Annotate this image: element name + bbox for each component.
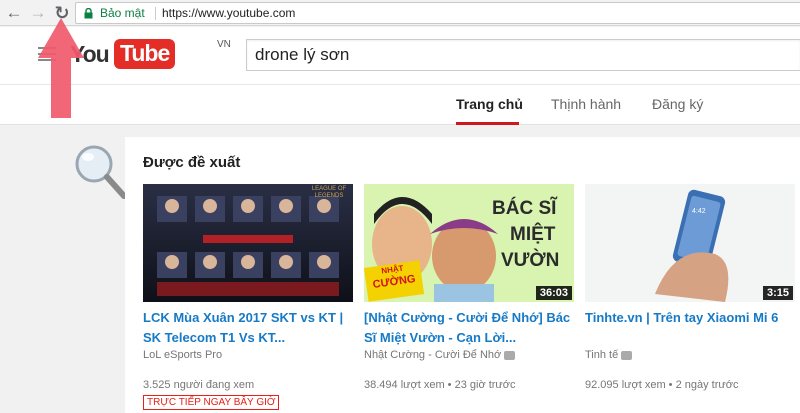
logo-region: VN: [217, 39, 231, 50]
live-badge: TRỰC TIẾP NGAY BÂY GIỜ: [143, 395, 280, 410]
video-meta-2: 38.494 lượt xem • 23 giờ trước: [364, 379, 516, 391]
channel-name-1[interactable]: LoL eSports Pro: [143, 349, 353, 365]
video-title-2[interactable]: [Nhật Cường - Cười Để Nhớ] Bác Sĩ Miệt V…: [364, 308, 574, 348]
upload-age-3: 2 ngày trước: [675, 379, 739, 391]
thumb-title-line2: MIỆT: [510, 224, 556, 245]
video-card-3[interactable]: 4:42 3:15 Tinhte.vn | Trên tay Xiaomi Mi…: [585, 184, 795, 391]
channel-name-2[interactable]: Nhật Cường - Cười Để Nhớ: [364, 349, 574, 365]
lck-thumbnail-art: [143, 184, 353, 302]
phone-time: 4:42: [692, 208, 706, 215]
video-thumbnail-2[interactable]: BÁC SĨ MIỆT VƯỜN NHẬT CƯỜNG 36:03: [364, 184, 574, 302]
address-separator: [155, 7, 156, 20]
channel-label-2: Nhật Cường - Cười Để Nhớ: [364, 349, 502, 361]
video-card-2[interactable]: BÁC SĨ MIỆT VƯỜN NHẬT CƯỜNG 36:03 [Nhật …: [364, 184, 574, 391]
video-title-3[interactable]: Tinhte.vn | Trên tay Xiaomi Mi 6: [585, 308, 795, 348]
verified-icon: [504, 350, 516, 360]
search-input[interactable]: [246, 39, 800, 71]
video-card-1[interactable]: LEAGUE OF LEGENDS LCK Mùa Xuân 2017 SKT …: [143, 184, 353, 410]
channel-label-3: Tinh tế: [585, 349, 619, 361]
thumb-title-line1: BÁC SĨ: [492, 198, 557, 219]
xiaomi-thumbnail-art: [585, 184, 795, 302]
back-button[interactable]: ←: [4, 3, 24, 23]
red-arrow-icon: [38, 18, 84, 118]
video-thumbnail-3[interactable]: 4:42 3:15: [585, 184, 795, 302]
tab-trending[interactable]: Thịnh hành: [551, 96, 621, 112]
address-bar[interactable]: Bảo mật https://www.youtube.com: [75, 2, 800, 24]
url-text[interactable]: https://www.youtube.com: [162, 6, 295, 20]
view-count-1: 3.525 người đang xem: [143, 379, 255, 391]
video-meta-1: 3.525 người đang xem: [143, 379, 353, 391]
magnifier-icon: [75, 145, 127, 199]
active-tab-indicator: [456, 122, 519, 125]
secure-label: Bảo mật: [100, 6, 145, 20]
video-title-1[interactable]: LCK Mùa Xuân 2017 SKT vs KT | SK Telecom…: [143, 308, 353, 348]
recommended-section: Được đề xuất LEAGUE OF LEGENDS LCK Mùa X…: [125, 137, 800, 413]
video-meta-3: 92.095 lượt xem • 2 ngày trước: [585, 379, 739, 391]
video-duration-3: 3:15: [762, 286, 793, 300]
youtube-header: You Tube VN: [0, 27, 800, 84]
video-thumbnail-1[interactable]: LEAGUE OF LEGENDS: [143, 184, 353, 302]
arrow-left-icon: ←: [5, 3, 23, 22]
browser-toolbar: ← → ↻ Bảo mật https://www.youtube.com: [0, 0, 800, 26]
view-count-3: 92.095 lượt xem: [585, 379, 666, 391]
tab-subscriptions[interactable]: Đăng ký: [652, 96, 703, 112]
tab-home[interactable]: Trang chủ: [456, 96, 523, 112]
channel-name-3[interactable]: Tinh tế: [585, 349, 795, 365]
verified-icon: [621, 350, 633, 360]
logo-tube-text: Tube: [114, 39, 176, 69]
thumb-league-text: LEAGUE OF LEGENDS: [311, 186, 347, 199]
section-title: Được đề xuất: [143, 154, 241, 171]
feed-tabs: Trang chủ Thịnh hành Đăng ký: [0, 84, 800, 125]
thumb-title-line3: VƯỜN: [501, 250, 560, 271]
upload-age-2: 23 giờ trước: [454, 379, 516, 391]
video-duration-2: 36:03: [535, 286, 572, 300]
lock-icon: [84, 8, 93, 19]
view-count-2: 38.494 lượt xem: [364, 379, 445, 391]
